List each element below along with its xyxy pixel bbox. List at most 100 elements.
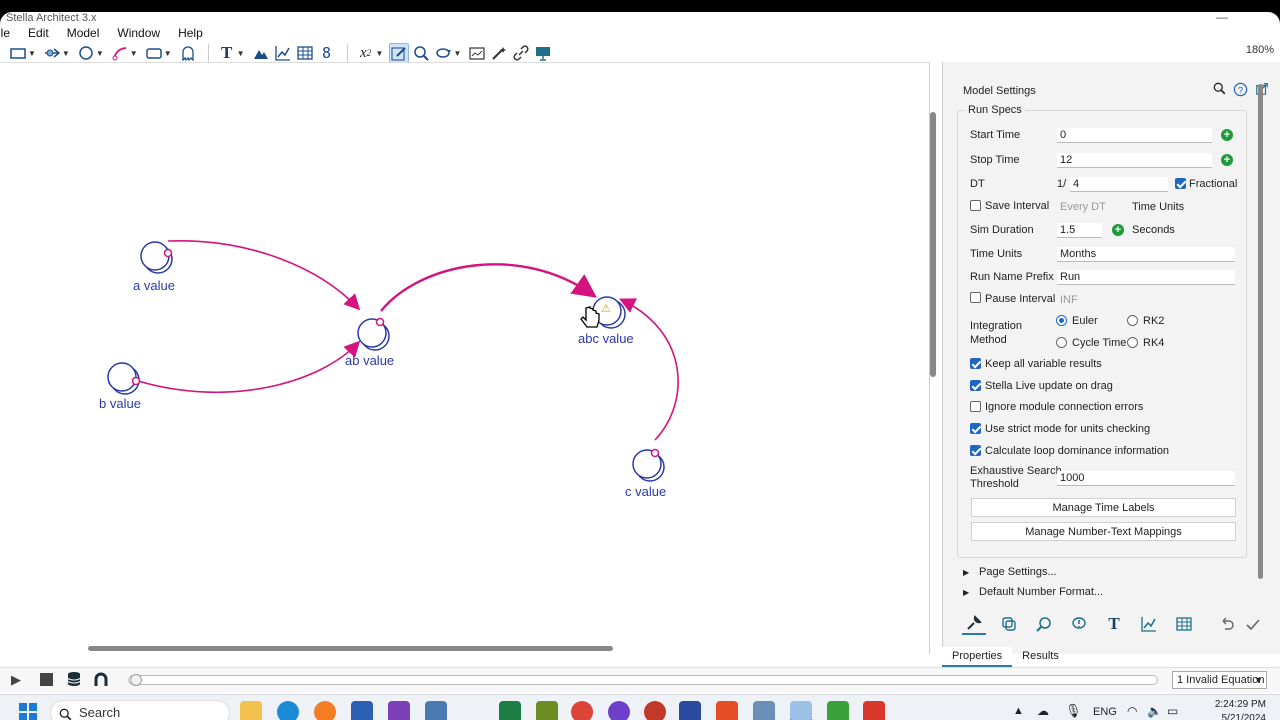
taskbar-search-box[interactable]: Search [50,700,230,720]
search-icon[interactable] [1213,82,1229,98]
menu-model[interactable]: Model [58,26,109,40]
var-label-ab-value[interactable]: ab value [345,353,394,368]
windows-start-icon[interactable] [18,702,38,720]
chart-app-icon[interactable] [753,701,775,720]
add-start-time-icon[interactable]: + [1221,129,1233,141]
stop-time-input[interactable] [1057,153,1212,168]
live-update-checkbox[interactable] [970,380,981,391]
menu-file[interactable]: ile [0,26,19,40]
menu-help[interactable]: Help [169,26,212,40]
html-icon[interactable] [716,701,738,720]
dt-input[interactable] [1070,177,1168,192]
connector-tool-icon[interactable] [110,43,130,63]
chrome-profile-icon[interactable] [644,701,666,720]
word-icon[interactable] [351,701,373,720]
chevron-down-icon[interactable]: ▼ [130,49,138,58]
tab-results[interactable]: Results [1012,647,1069,667]
chevron-down-icon[interactable]: ▼ [62,49,70,58]
loop-dominance-checkbox[interactable] [970,445,981,456]
keep-results-checkbox[interactable] [970,358,981,369]
menu-edit[interactable]: Edit [19,26,58,40]
chevron-down-icon[interactable]: ▼ [237,49,245,58]
battery-icon[interactable]: ▭ [1167,704,1178,718]
database-icon[interactable] [66,671,82,690]
visual-studio-icon[interactable] [388,701,410,720]
var-label-abc-value[interactable]: abc value [578,331,634,346]
dashboard-icon[interactable] [467,43,487,63]
ignore-module-errors-checkbox[interactable] [970,401,981,412]
number-format-link[interactable]: Default Number Format... [979,586,1103,598]
strict-units-checkbox[interactable] [970,423,981,434]
canvas-vertical-scrollbar[interactable] [930,112,936,377]
chevron-down-icon[interactable]: ▼ [96,49,104,58]
volume-icon[interactable]: 🔈 [1147,704,1162,718]
fractional-checkbox[interactable] [1175,178,1186,189]
sim-duration-input[interactable] [1057,223,1102,238]
panel-scrollbar[interactable] [1258,84,1263,579]
page-settings-link[interactable]: Page Settings... [979,566,1057,578]
save-interval-checkbox[interactable] [970,200,981,211]
euler-radio[interactable] [1056,315,1067,326]
microphone-icon[interactable]: 🎙 [1065,703,1082,719]
play-icon[interactable]: ▶ [11,672,21,688]
recorder-icon[interactable] [863,701,885,720]
search-panel-icon[interactable] [1032,613,1056,635]
expand-page-settings-icon[interactable]: ▶ [963,568,969,577]
camtasia-icon[interactable] [827,701,849,720]
tray-chevron-up-icon[interactable]: ▲ [1013,705,1024,717]
graph-panel-icon[interactable] [1137,613,1161,635]
graph-tool-icon[interactable] [273,43,293,63]
chevron-down-icon[interactable]: ▼ [28,49,36,58]
active-app-icon[interactable] [790,701,812,720]
ghost-tool-icon[interactable] [178,43,198,63]
stop-icon[interactable] [40,673,53,686]
pause-interval-checkbox[interactable] [970,292,981,303]
model-canvas[interactable]: a value b value ab value abc value c val… [0,62,930,654]
stock-tool-icon[interactable] [8,43,28,63]
run-progress-bar[interactable] [128,675,1158,685]
add-stop-time-icon[interactable]: + [1221,154,1233,166]
firefox-icon[interactable] [314,701,336,720]
network-app-icon[interactable] [425,701,447,720]
cycle-time-radio[interactable] [1056,337,1067,348]
notepad-plus-icon[interactable] [536,701,558,720]
restore-icon[interactable] [93,671,109,690]
help-icon[interactable]: ? [1233,82,1249,98]
var-label-a-value[interactable]: a value [133,278,175,293]
chrome-icon[interactable] [571,701,593,720]
equation-icon[interactable]: x2 [356,43,376,63]
wand-icon[interactable] [489,43,509,63]
expand-number-format-icon[interactable]: ▶ [963,588,969,597]
chevron-down-icon[interactable]: ▼ [376,49,384,58]
rk4-radio[interactable] [1127,337,1138,348]
image-tool-icon[interactable] [251,43,271,63]
input-language[interactable]: ENG [1093,706,1117,718]
excel-icon[interactable] [499,701,521,720]
undo-icon[interactable] [1215,613,1239,635]
loop-icon[interactable] [433,43,453,63]
manage-time-labels-button[interactable]: Manage Time Labels [971,498,1236,517]
table-tool-icon[interactable] [295,43,315,63]
edge-icon[interactable] [277,701,299,720]
comments-icon[interactable] [1067,613,1091,635]
text-tool-icon[interactable]: T [217,43,237,63]
converter-tool-icon[interactable] [76,43,96,63]
layers-icon[interactable] [997,613,1021,635]
taskbar-clock[interactable]: 2:24:29 PM 5/21/2024 [1215,698,1266,720]
time-units-input[interactable] [1057,247,1235,262]
table-panel-icon[interactable] [1172,613,1196,635]
invalid-equation-dropdown[interactable]: 1 Invalid Equation ▼ [1172,671,1267,689]
stella-icon[interactable] [679,701,701,720]
tab-properties[interactable]: Properties [942,647,1013,667]
manage-number-text-button[interactable]: Manage Number-Text Mappings [971,522,1236,541]
module-tool-icon[interactable] [144,43,164,63]
link-icon[interactable] [511,43,531,63]
github-icon[interactable] [608,701,630,720]
exhaustive-threshold-input[interactable] [1057,471,1235,486]
var-label-c-value[interactable]: c value [625,484,666,499]
network-tray-icon[interactable]: ☁ [1037,704,1049,718]
pause-interval-input[interactable] [1057,293,1127,308]
apply-check-icon[interactable] [1241,613,1265,635]
chevron-down-icon[interactable]: ▼ [453,49,461,58]
start-time-input[interactable] [1057,128,1212,143]
